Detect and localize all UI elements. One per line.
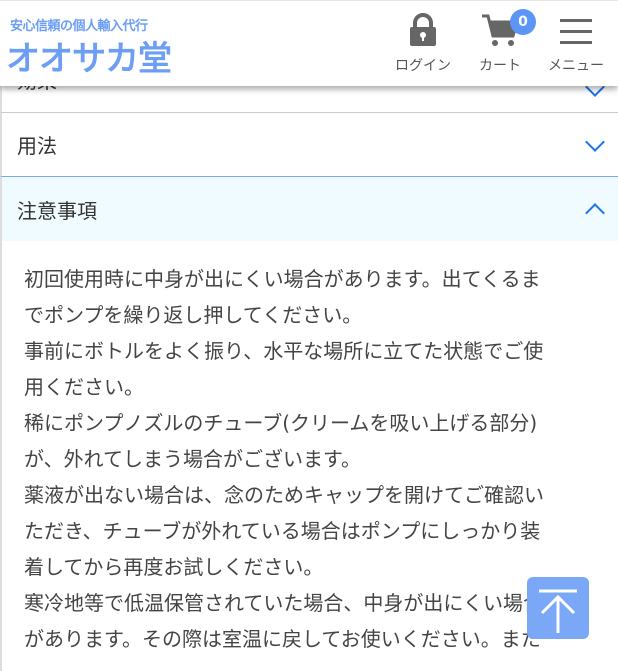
accordion-label: 注意事項 — [17, 198, 97, 223]
accordion-label: 用法 — [17, 134, 57, 158]
chevron-up-icon — [585, 203, 605, 223]
content-line: 初回使用時に中身が出にくい場合があります。出てくるま — [24, 267, 541, 291]
menu-button[interactable]: メニュー — [544, 13, 608, 75]
hamburger-icon — [560, 19, 592, 44]
precautions-content: 初回使用時に中身が出にくい場合があります。出てくるま でポンプを繰り返し押してく… — [0, 241, 618, 671]
back-to-top-button[interactable] — [527, 577, 589, 639]
content-line: 薬液が出ない場合は、念のためキャップを開けてご確認い — [24, 483, 544, 507]
site-header: 安心信頼の個人輸入代行 オオサカ堂 ログイン カート 0 メニュー — [0, 0, 618, 86]
content-line: 稀にポンプノズルのチューブ(クリームを吸い上げる部分) — [24, 411, 538, 435]
accordion-usage[interactable]: 用法 — [0, 113, 618, 177]
menu-label: メニュー — [548, 58, 604, 74]
accordion-precautions[interactable]: 注意事項 — [0, 177, 618, 241]
cart-label: カート — [479, 58, 521, 74]
content-line: 用ください。 — [24, 375, 144, 399]
cart-count-badge: 0 — [510, 9, 536, 35]
content-line: でポンプを繰り返し押してください。 — [24, 303, 363, 327]
chevron-down-icon — [585, 131, 605, 152]
login-label: ログイン — [395, 58, 451, 74]
lock-icon — [410, 13, 436, 46]
content-line: が、外れてしまう場合がございます。 — [24, 447, 361, 471]
content-line: 事前にボトルをよく振り、水平な場所に立てた状態でご使 — [24, 339, 544, 363]
logo[interactable]: オオサカ堂 — [6, 31, 172, 80]
arrow-up-to-top-icon — [539, 589, 577, 633]
content-line: ただき、チューブが外れている場合はポンプにしっかり装 — [24, 519, 541, 543]
login-button[interactable]: ログイン — [392, 13, 454, 75]
